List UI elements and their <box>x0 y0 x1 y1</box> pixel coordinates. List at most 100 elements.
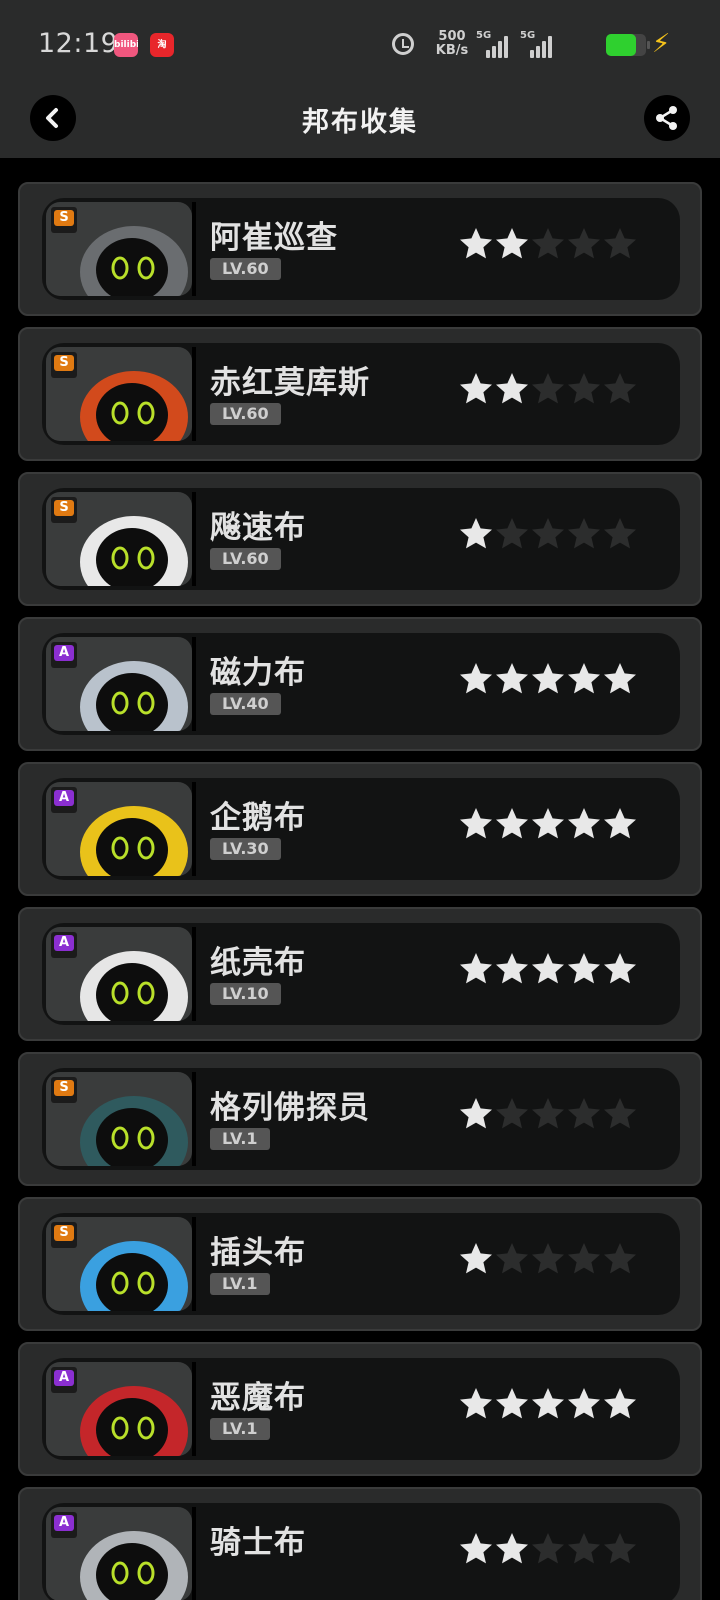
rank-badge: S <box>51 1077 77 1103</box>
level-badge: LV.60 <box>210 403 281 425</box>
bangboo-card-inner: S 阿崔巡查 LV.60 <box>42 198 680 300</box>
star-empty-icon <box>532 228 564 259</box>
bangboo-portrait: S <box>46 1072 192 1166</box>
level-badge: LV.60 <box>210 548 281 570</box>
star-empty-icon <box>532 518 564 549</box>
star-filled-icon <box>604 953 636 984</box>
bangboo-card-inner: S 赤红莫库斯 LV.60 <box>42 343 680 445</box>
star-empty-icon <box>568 1098 600 1129</box>
level-badge: LV.10 <box>210 983 281 1005</box>
star-filled-icon <box>532 663 564 694</box>
bangboo-name: 磁力布 <box>210 655 306 691</box>
star-filled-icon <box>604 808 636 839</box>
rank-letter: A <box>54 645 74 661</box>
rank-letter: A <box>54 790 74 806</box>
bangboo-card[interactable]: S 赤红莫库斯 LV.60 <box>18 327 702 461</box>
status-bar: 12:19 bilibili 淘 500 KB/s 5G 5G ⚡ <box>0 0 720 90</box>
rank-letter: S <box>54 1225 74 1241</box>
rank-letter: S <box>54 355 74 371</box>
star-empty-icon <box>568 373 600 404</box>
star-filled-icon <box>568 808 600 839</box>
bangboo-name: 插头布 <box>210 1235 306 1271</box>
star-empty-icon <box>532 373 564 404</box>
bangboo-portrait: A <box>46 782 192 876</box>
bangboo-name: 赤红莫库斯 <box>210 365 370 401</box>
star-empty-icon <box>568 518 600 549</box>
star-filled-icon <box>460 1098 492 1129</box>
star-filled-icon <box>532 1388 564 1419</box>
star-filled-icon <box>496 953 528 984</box>
bangboo-portrait: S <box>46 1217 192 1311</box>
star-empty-icon <box>604 373 636 404</box>
bangboo-card[interactable]: A 纸壳布 LV.10 <box>18 907 702 1041</box>
network-speed-value: 500 <box>438 29 466 44</box>
bangboo-card[interactable]: S 插头布 LV.1 <box>18 1197 702 1331</box>
status-time: 12:19 <box>38 28 119 59</box>
bangboo-card-inner: S 插头布 LV.1 <box>42 1213 680 1315</box>
star-filled-icon <box>460 518 492 549</box>
rank-badge: S <box>51 352 77 378</box>
star-filled-icon <box>460 1388 492 1419</box>
signal-1-icon: 5G <box>476 30 510 58</box>
bangboo-name: 恶魔布 <box>210 1380 306 1416</box>
star-rating <box>458 516 638 552</box>
bangboo-card-inner: A 纸壳布 LV.10 <box>42 923 680 1025</box>
bangboo-portrait: A <box>46 637 192 731</box>
rank-badge: A <box>51 787 77 813</box>
star-empty-icon <box>532 1243 564 1274</box>
battery-fill <box>606 34 637 56</box>
bangboo-list[interactable]: S 阿崔巡查 LV.60 S 赤红莫库斯 LV.60 S 飚速布 LV.60 A 磁力布 LV.40 A… <box>0 158 720 1600</box>
bangboo-card[interactable]: S 格列佛探员 LV.1 <box>18 1052 702 1186</box>
bangboo-portrait: A <box>46 1362 192 1456</box>
star-rating <box>458 951 638 987</box>
bangboo-card[interactable]: A 企鹅布 LV.30 <box>18 762 702 896</box>
star-rating <box>458 806 638 842</box>
star-filled-icon <box>460 228 492 259</box>
bangboo-card[interactable]: S 飚速布 LV.60 <box>18 472 702 606</box>
bangboo-card[interactable]: A 恶魔布 LV.1 <box>18 1342 702 1476</box>
signal-1-label: 5G <box>476 30 492 41</box>
bangboo-card-inner: S 格列佛探员 LV.1 <box>42 1068 680 1170</box>
star-empty-icon <box>604 228 636 259</box>
star-empty-icon <box>568 1243 600 1274</box>
star-filled-icon <box>568 953 600 984</box>
rank-badge: S <box>51 1222 77 1248</box>
star-empty-icon <box>604 1243 636 1274</box>
network-speed: 500 KB/s <box>432 30 472 58</box>
star-empty-icon <box>604 518 636 549</box>
share-button[interactable] <box>644 95 690 141</box>
star-filled-icon <box>460 953 492 984</box>
level-badge: LV.1 <box>210 1273 270 1295</box>
star-filled-icon <box>568 1388 600 1419</box>
star-filled-icon <box>496 228 528 259</box>
star-filled-icon <box>460 1243 492 1274</box>
star-empty-icon <box>604 1533 636 1564</box>
bangboo-card[interactable]: A 磁力布 LV.40 <box>18 617 702 751</box>
bangboo-card[interactable]: A 骑士布 <box>18 1487 702 1600</box>
bangboo-name: 阿崔巡查 <box>210 220 338 256</box>
level-badge: LV.1 <box>210 1418 270 1440</box>
level-badge: LV.40 <box>210 693 281 715</box>
star-filled-icon <box>496 1533 528 1564</box>
bangboo-card-inner: S 飚速布 LV.60 <box>42 488 680 590</box>
signal-2-label: 5G <box>520 30 536 41</box>
star-rating <box>458 1531 638 1567</box>
rank-letter: A <box>54 935 74 951</box>
share-icon <box>656 106 677 130</box>
bangboo-card[interactable]: S 阿崔巡查 LV.60 <box>18 182 702 316</box>
rank-badge: S <box>51 497 77 523</box>
star-filled-icon <box>496 663 528 694</box>
bangboo-card-inner: A 恶魔布 LV.1 <box>42 1358 680 1460</box>
rank-badge: A <box>51 642 77 668</box>
level-badge: LV.30 <box>210 838 281 860</box>
star-rating <box>458 661 638 697</box>
bangboo-portrait: S <box>46 492 192 586</box>
bangboo-card-inner: A 企鹅布 LV.30 <box>42 778 680 880</box>
bangboo-name: 格列佛探员 <box>210 1090 370 1126</box>
star-rating <box>458 1241 638 1277</box>
rank-letter: A <box>54 1515 74 1531</box>
star-filled-icon <box>460 373 492 404</box>
bangboo-portrait: S <box>46 347 192 441</box>
bangboo-portrait: S <box>46 202 192 296</box>
star-filled-icon <box>460 663 492 694</box>
